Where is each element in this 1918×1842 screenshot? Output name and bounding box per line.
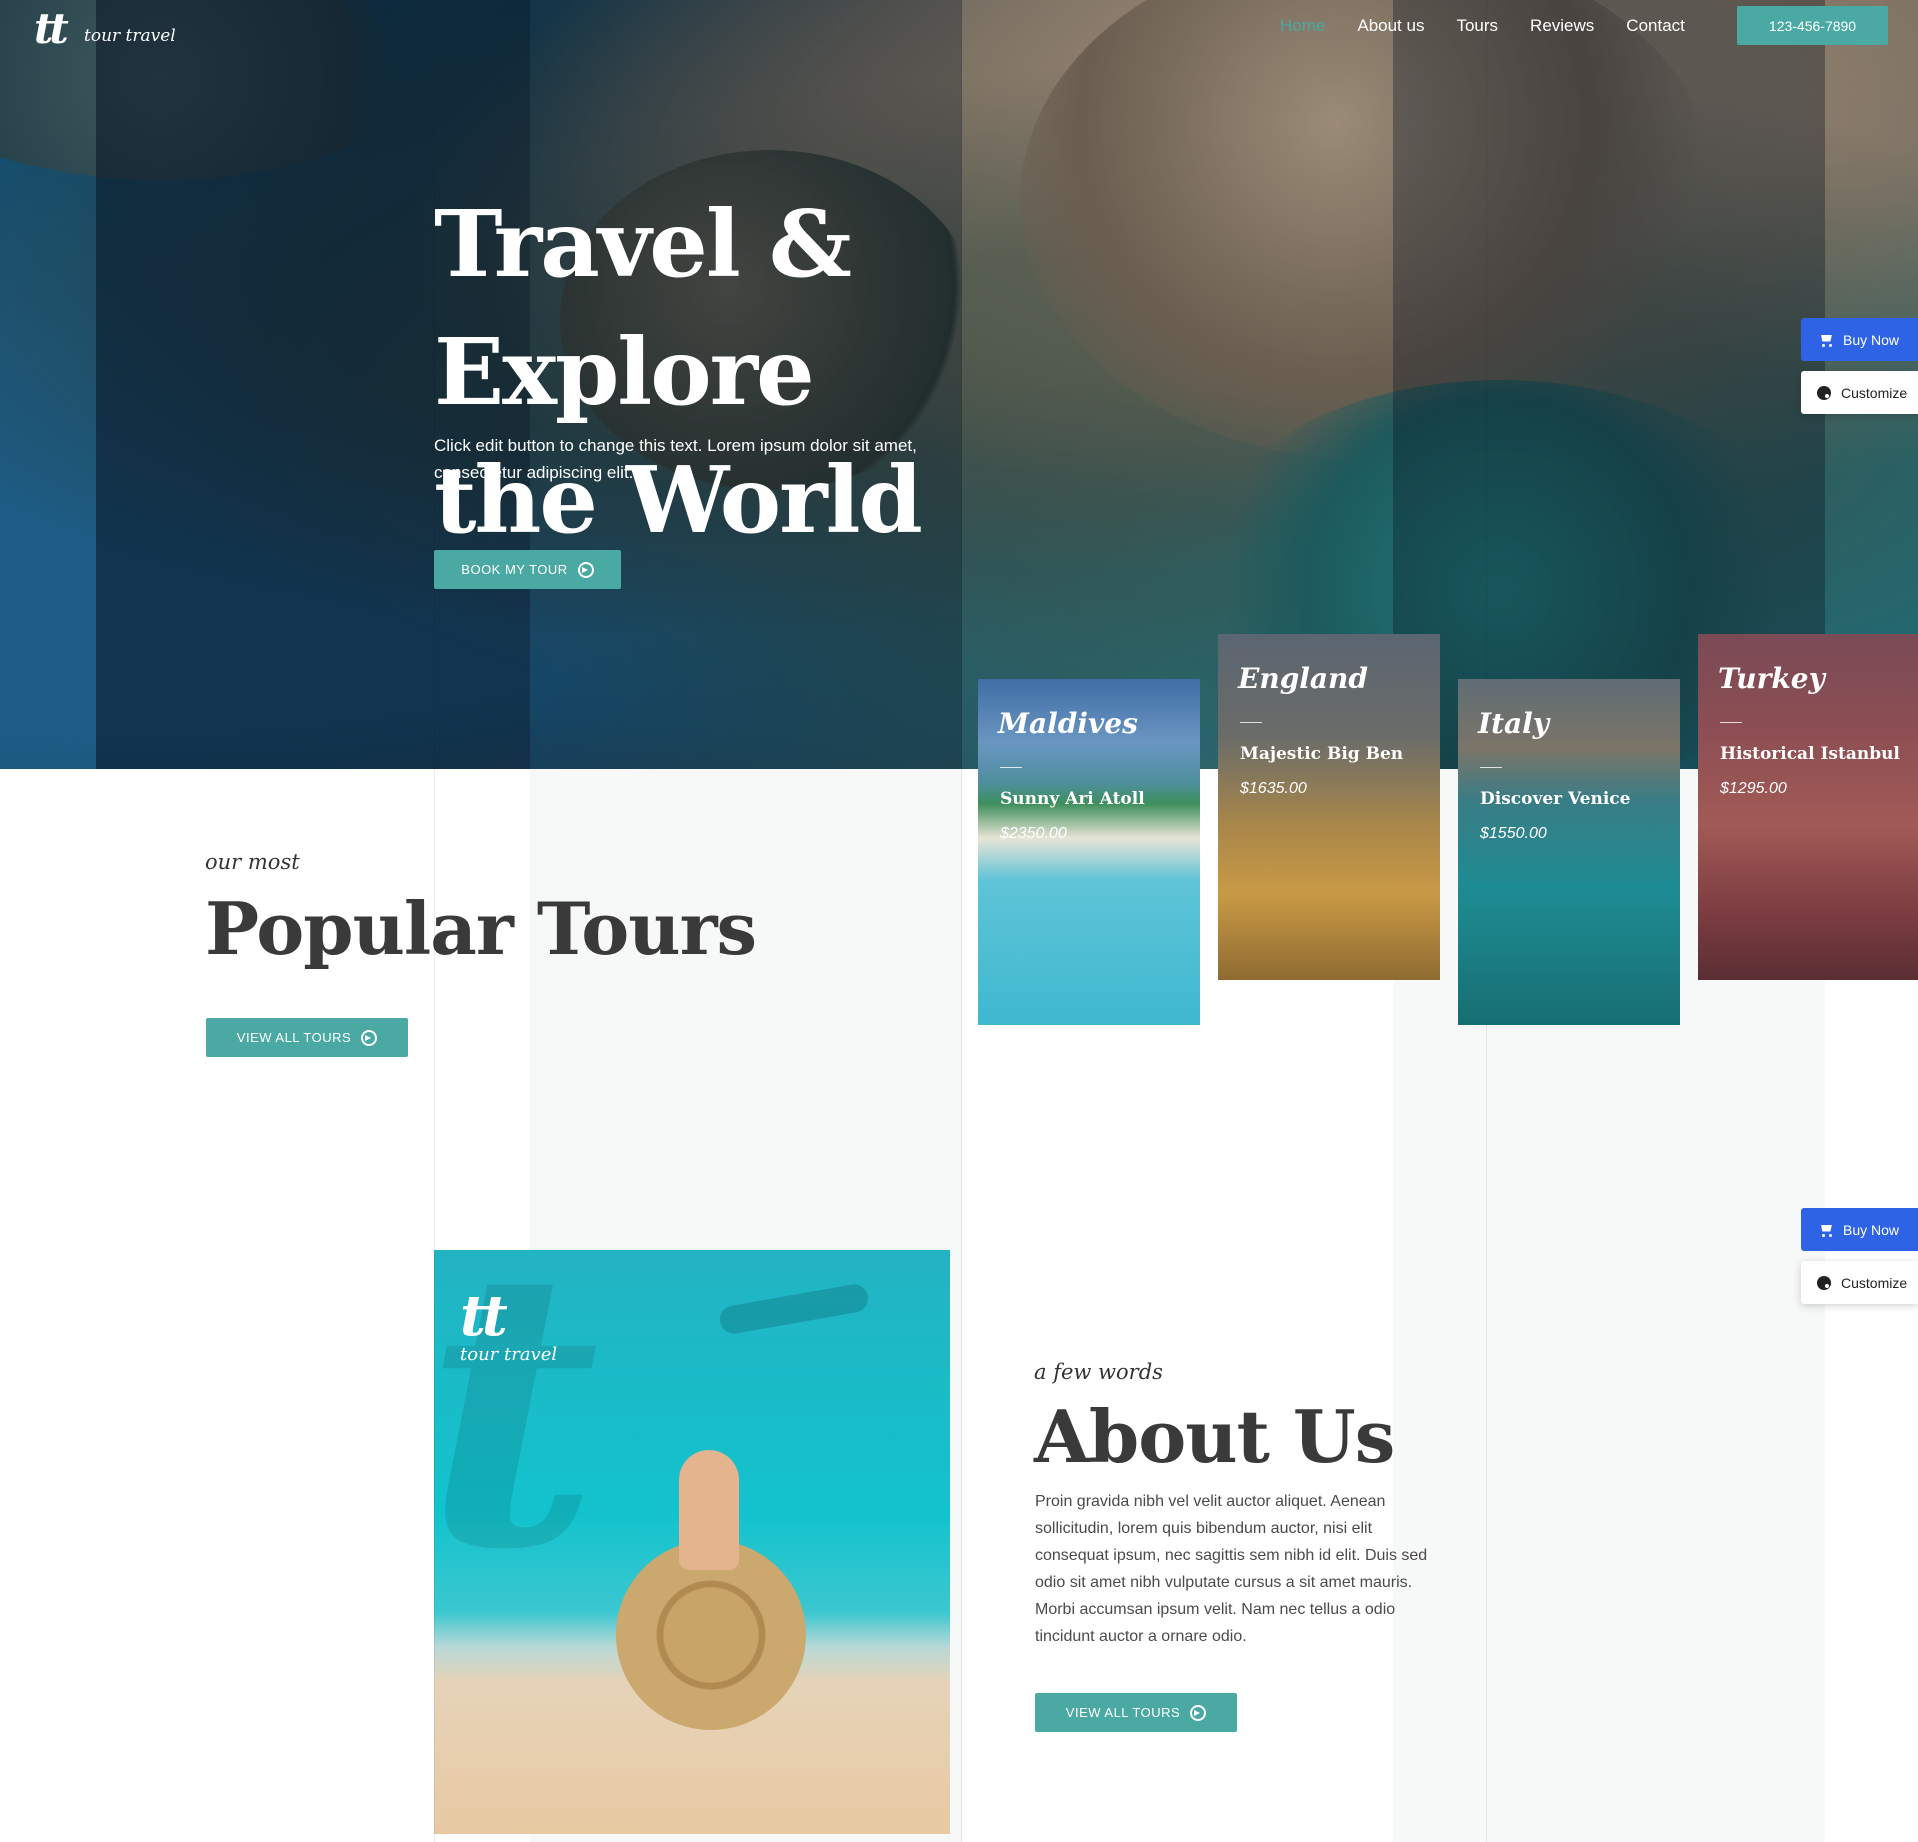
- phone-button[interactable]: 123-456-7890: [1737, 6, 1888, 45]
- nav-about[interactable]: About us: [1357, 14, 1424, 38]
- nav-tours[interactable]: Tours: [1456, 14, 1498, 38]
- card-price: $1635.00: [1240, 780, 1307, 797]
- about-view-all-button[interactable]: VIEW ALL TOURS: [1035, 1693, 1237, 1732]
- card-title: Majestic Big Ben: [1240, 744, 1404, 764]
- customize-button[interactable]: Customize: [1801, 371, 1918, 414]
- tour-card-turkey[interactable]: Turkey Historical Istanbul $1295.00: [1698, 634, 1918, 980]
- image-logo-text: tour travel: [460, 1344, 558, 1365]
- hero-title-line1: Travel & Explore: [434, 190, 852, 426]
- card-country: Turkey: [1718, 662, 1825, 695]
- nav-contact[interactable]: Contact: [1626, 14, 1685, 38]
- plane-shadow-icon: [717, 1282, 871, 1336]
- card-divider: [1720, 722, 1742, 723]
- tour-card-maldives[interactable]: Maldives Sunny Ari Atoll $2350.00: [978, 679, 1200, 1025]
- hero-title: Travel & Explore the World: [434, 180, 1194, 564]
- palette-icon: [1817, 1275, 1831, 1290]
- card-divider: [1240, 722, 1262, 723]
- view-all-label: VIEW ALL TOURS: [1065, 1705, 1181, 1720]
- cart-icon: [1819, 1225, 1833, 1237]
- cart-icon: [1819, 335, 1833, 347]
- nav-home[interactable]: Home: [1280, 14, 1325, 38]
- tour-card-italy[interactable]: Italy Discover Venice $1550.00: [1458, 679, 1680, 1025]
- main-nav: Home About us Tours Reviews Contact: [1280, 14, 1717, 38]
- card-country: Maldives: [998, 707, 1138, 740]
- about-title: About Us: [1034, 1394, 1395, 1479]
- legs: [679, 1450, 739, 1570]
- about-image: t tt tour travel: [434, 1250, 950, 1834]
- image-logo: tt tour travel: [460, 1288, 557, 1365]
- card-title: Sunny Ari Atoll: [1000, 789, 1145, 809]
- buy-now-label: Buy Now: [1843, 331, 1900, 348]
- card-country: England: [1238, 662, 1368, 695]
- hero-subtitle: Click edit button to change this text. L…: [434, 436, 917, 482]
- buy-now-label: Buy Now: [1843, 1221, 1900, 1238]
- site-logo[interactable]: tt tour travel: [34, 4, 176, 53]
- palette-icon: [1817, 385, 1831, 400]
- logo-mark: tt: [34, 4, 69, 53]
- card-price: $2350.00: [1000, 825, 1067, 842]
- customize-label: Customize: [1841, 384, 1908, 401]
- card-country: Italy: [1478, 707, 1550, 740]
- arrow-circle-icon: [1190, 1704, 1207, 1721]
- card-divider: [1000, 767, 1022, 768]
- logo-text: tour travel: [84, 26, 176, 46]
- popular-eyebrow: our most: [205, 850, 300, 874]
- customize-label: Customize: [1841, 1274, 1908, 1291]
- tour-card-england[interactable]: England Majestic Big Ben $1635.00: [1218, 634, 1440, 980]
- card-price: $1550.00: [1480, 825, 1547, 842]
- buy-now-button-2[interactable]: Buy Now: [1801, 1208, 1918, 1251]
- customize-button-2[interactable]: Customize: [1801, 1261, 1918, 1304]
- arrow-circle-icon: [577, 561, 594, 578]
- image-logo-mark: tt: [460, 1283, 508, 1349]
- card-title: Discover Venice: [1480, 789, 1631, 809]
- view-all-label: VIEW ALL TOURS: [236, 1030, 352, 1045]
- card-price: $1295.00: [1720, 780, 1787, 797]
- about-eyebrow: a few words: [1034, 1360, 1163, 1384]
- card-title: Historical Istanbul: [1720, 744, 1900, 764]
- popular-title: Popular Tours: [205, 886, 757, 971]
- book-tour-button[interactable]: BOOK MY TOUR: [434, 550, 621, 589]
- card-divider: [1480, 767, 1502, 768]
- buy-now-button[interactable]: Buy Now: [1801, 318, 1918, 361]
- about-body: Proin gravida nibh vel velit auctor aliq…: [1035, 1493, 1428, 1645]
- arrow-circle-icon: [361, 1029, 378, 1046]
- nav-reviews[interactable]: Reviews: [1530, 14, 1594, 38]
- view-all-tours-button[interactable]: VIEW ALL TOURS: [206, 1018, 408, 1057]
- book-tour-label: BOOK MY TOUR: [461, 562, 568, 577]
